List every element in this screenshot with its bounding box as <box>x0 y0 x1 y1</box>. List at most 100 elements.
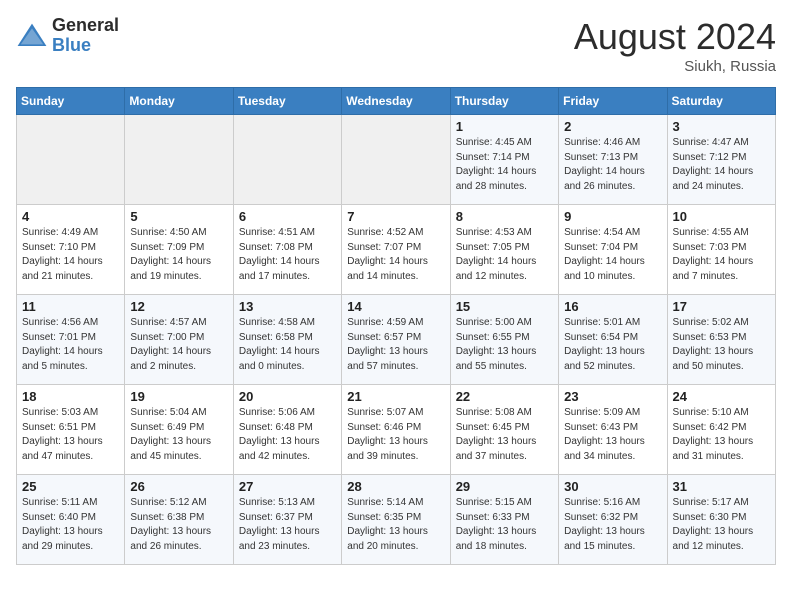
day-number: 27 <box>239 479 336 494</box>
day-info: Sunrise: 5:11 AMSunset: 6:40 PMDaylight:… <box>22 496 119 554</box>
day-info: Sunrise: 4:50 AMSunset: 7:09 PMDaylight:… <box>130 226 227 284</box>
day-info: Sunrise: 5:07 AMSunset: 6:46 PMDaylight:… <box>347 406 444 464</box>
day-cell <box>125 115 233 205</box>
header-row: SundayMondayTuesdayWednesdayThursdayFrid… <box>17 88 776 115</box>
day-cell: 29 Sunrise: 5:15 AMSunset: 6:33 PMDayligh… <box>450 475 558 565</box>
day-number: 31 <box>673 479 770 494</box>
week-row-1: 1 Sunrise: 4:45 AMSunset: 7:14 PMDaylight… <box>17 115 776 205</box>
week-row-4: 18Sunrise: 5:03 AMSunset: 6:51 PMDayligh… <box>17 385 776 475</box>
day-number: 10 <box>673 209 770 224</box>
day-cell: 18Sunrise: 5:03 AMSunset: 6:51 PMDayligh… <box>17 385 125 475</box>
day-info: Sunrise: 4:45 AMSunset: 7:14 PMDaylight:… <box>456 136 553 194</box>
logo-icon <box>16 22 48 50</box>
day-cell: 26Sunrise: 5:12 AMSunset: 6:38 PMDayligh… <box>125 475 233 565</box>
day-cell <box>342 115 450 205</box>
day-number: 24 <box>673 389 770 404</box>
day-cell: 17 Sunrise: 5:02 AMSunset: 6:53 PMDayligh… <box>667 295 775 385</box>
day-info: Sunrise: 4:49 AMSunset: 7:10 PMDaylight:… <box>22 226 119 284</box>
col-header-tuesday: Tuesday <box>233 88 341 115</box>
day-info: Sunrise: 4:59 AMSunset: 6:57 PMDaylight:… <box>347 316 444 374</box>
day-cell: 11 Sunrise: 4:56 AMSunset: 7:01 PMDayligh… <box>17 295 125 385</box>
col-header-sunday: Sunday <box>17 88 125 115</box>
day-number: 2 <box>564 119 661 134</box>
day-number: 15 <box>456 299 553 314</box>
day-number: 11 <box>22 299 119 314</box>
week-row-5: 25 Sunrise: 5:11 AMSunset: 6:40 PMDayligh… <box>17 475 776 565</box>
calendar-header: SundayMondayTuesdayWednesdayThursdayFrid… <box>17 88 776 115</box>
col-header-saturday: Saturday <box>667 88 775 115</box>
day-info: Sunrise: 5:17 AMSunset: 6:30 PMDaylight:… <box>673 496 770 554</box>
day-number: 23 <box>564 389 661 404</box>
page-header: General Blue August 2024 Siukh, Russia <box>16 16 776 75</box>
day-cell: 15 Sunrise: 5:00 AMSunset: 6:55 PMDayligh… <box>450 295 558 385</box>
day-cell: 25 Sunrise: 5:11 AMSunset: 6:40 PMDayligh… <box>17 475 125 565</box>
day-cell: 23 Sunrise: 5:09 AMSunset: 6:43 PMDayligh… <box>559 385 667 475</box>
day-info: Sunrise: 4:57 AMSunset: 7:00 PMDaylight:… <box>130 316 227 374</box>
day-number: 25 <box>22 479 119 494</box>
day-cell: 2 Sunrise: 4:46 AMSunset: 7:13 PMDaylight… <box>559 115 667 205</box>
day-cell: 27Sunrise: 5:13 AMSunset: 6:37 PMDayligh… <box>233 475 341 565</box>
day-cell: 19Sunrise: 5:04 AMSunset: 6:49 PMDayligh… <box>125 385 233 475</box>
day-info: Sunrise: 4:51 AMSunset: 7:08 PMDaylight:… <box>239 226 336 284</box>
day-info: Sunrise: 5:08 AMSunset: 6:45 PMDaylight:… <box>456 406 553 464</box>
day-cell: 24 Sunrise: 5:10 AMSunset: 6:42 PMDayligh… <box>667 385 775 475</box>
day-cell: 7Sunrise: 4:52 AMSunset: 7:07 PMDaylight… <box>342 205 450 295</box>
calendar-table: SundayMondayTuesdayWednesdayThursdayFrid… <box>16 87 776 565</box>
logo: General Blue <box>16 16 119 56</box>
week-row-3: 11 Sunrise: 4:56 AMSunset: 7:01 PMDayligh… <box>17 295 776 385</box>
day-info: Sunrise: 4:55 AMSunset: 7:03 PMDaylight:… <box>673 226 770 284</box>
day-number: 14 <box>347 299 444 314</box>
day-info: Sunrise: 4:54 AMSunset: 7:04 PMDaylight:… <box>564 226 661 284</box>
day-info: Sunrise: 4:56 AMSunset: 7:01 PMDaylight:… <box>22 316 119 374</box>
day-info: Sunrise: 4:46 AMSunset: 7:13 PMDaylight:… <box>564 136 661 194</box>
day-number: 21 <box>347 389 444 404</box>
day-number: 28 <box>347 479 444 494</box>
col-header-thursday: Thursday <box>450 88 558 115</box>
day-info: Sunrise: 5:00 AMSunset: 6:55 PMDaylight:… <box>456 316 553 374</box>
day-number: 18 <box>22 389 119 404</box>
day-number: 30 <box>564 479 661 494</box>
day-cell: 6 Sunrise: 4:51 AMSunset: 7:08 PMDaylight… <box>233 205 341 295</box>
day-cell: 5Sunrise: 4:50 AMSunset: 7:09 PMDaylight… <box>125 205 233 295</box>
day-cell <box>233 115 341 205</box>
day-info: Sunrise: 5:02 AMSunset: 6:53 PMDaylight:… <box>673 316 770 374</box>
title-block: August 2024 Siukh, Russia <box>574 16 776 75</box>
day-info: Sunrise: 4:47 AMSunset: 7:12 PMDaylight:… <box>673 136 770 194</box>
day-cell: 20 Sunrise: 5:06 AMSunset: 6:48 PMDayligh… <box>233 385 341 475</box>
day-number: 29 <box>456 479 553 494</box>
day-cell: 30 Sunrise: 5:16 AMSunset: 6:32 PMDayligh… <box>559 475 667 565</box>
day-number: 13 <box>239 299 336 314</box>
calendar-body: 1 Sunrise: 4:45 AMSunset: 7:14 PMDaylight… <box>17 115 776 565</box>
logo-line2: Blue <box>52 36 119 56</box>
day-cell: 8 Sunrise: 4:53 AMSunset: 7:05 PMDaylight… <box>450 205 558 295</box>
day-number: 9 <box>564 209 661 224</box>
location: Siukh, Russia <box>574 58 776 75</box>
day-number: 20 <box>239 389 336 404</box>
day-info: Sunrise: 5:09 AMSunset: 6:43 PMDaylight:… <box>564 406 661 464</box>
day-info: Sunrise: 5:16 AMSunset: 6:32 PMDaylight:… <box>564 496 661 554</box>
day-info: Sunrise: 4:53 AMSunset: 7:05 PMDaylight:… <box>456 226 553 284</box>
day-cell: 12Sunrise: 4:57 AMSunset: 7:00 PMDayligh… <box>125 295 233 385</box>
col-header-monday: Monday <box>125 88 233 115</box>
day-cell: 21 Sunrise: 5:07 AMSunset: 6:46 PMDayligh… <box>342 385 450 475</box>
day-cell: 28Sunrise: 5:14 AMSunset: 6:35 PMDayligh… <box>342 475 450 565</box>
day-cell: 3 Sunrise: 4:47 AMSunset: 7:12 PMDaylight… <box>667 115 775 205</box>
day-info: Sunrise: 5:06 AMSunset: 6:48 PMDaylight:… <box>239 406 336 464</box>
day-number: 17 <box>673 299 770 314</box>
day-cell <box>17 115 125 205</box>
day-cell: 4 Sunrise: 4:49 AMSunset: 7:10 PMDaylight… <box>17 205 125 295</box>
day-number: 6 <box>239 209 336 224</box>
day-info: Sunrise: 4:58 AMSunset: 6:58 PMDaylight:… <box>239 316 336 374</box>
day-info: Sunrise: 5:15 AMSunset: 6:33 PMDaylight:… <box>456 496 553 554</box>
day-info: Sunrise: 4:52 AMSunset: 7:07 PMDaylight:… <box>347 226 444 284</box>
day-number: 3 <box>673 119 770 134</box>
day-info: Sunrise: 5:10 AMSunset: 6:42 PMDaylight:… <box>673 406 770 464</box>
day-cell: 10 Sunrise: 4:55 AMSunset: 7:03 PMDayligh… <box>667 205 775 295</box>
week-row-2: 4 Sunrise: 4:49 AMSunset: 7:10 PMDaylight… <box>17 205 776 295</box>
day-info: Sunrise: 5:12 AMSunset: 6:38 PMDaylight:… <box>130 496 227 554</box>
day-info: Sunrise: 5:01 AMSunset: 6:54 PMDaylight:… <box>564 316 661 374</box>
day-cell: 31 Sunrise: 5:17 AMSunset: 6:30 PMDayligh… <box>667 475 775 565</box>
day-number: 1 <box>456 119 553 134</box>
day-number: 4 <box>22 209 119 224</box>
day-number: 8 <box>456 209 553 224</box>
